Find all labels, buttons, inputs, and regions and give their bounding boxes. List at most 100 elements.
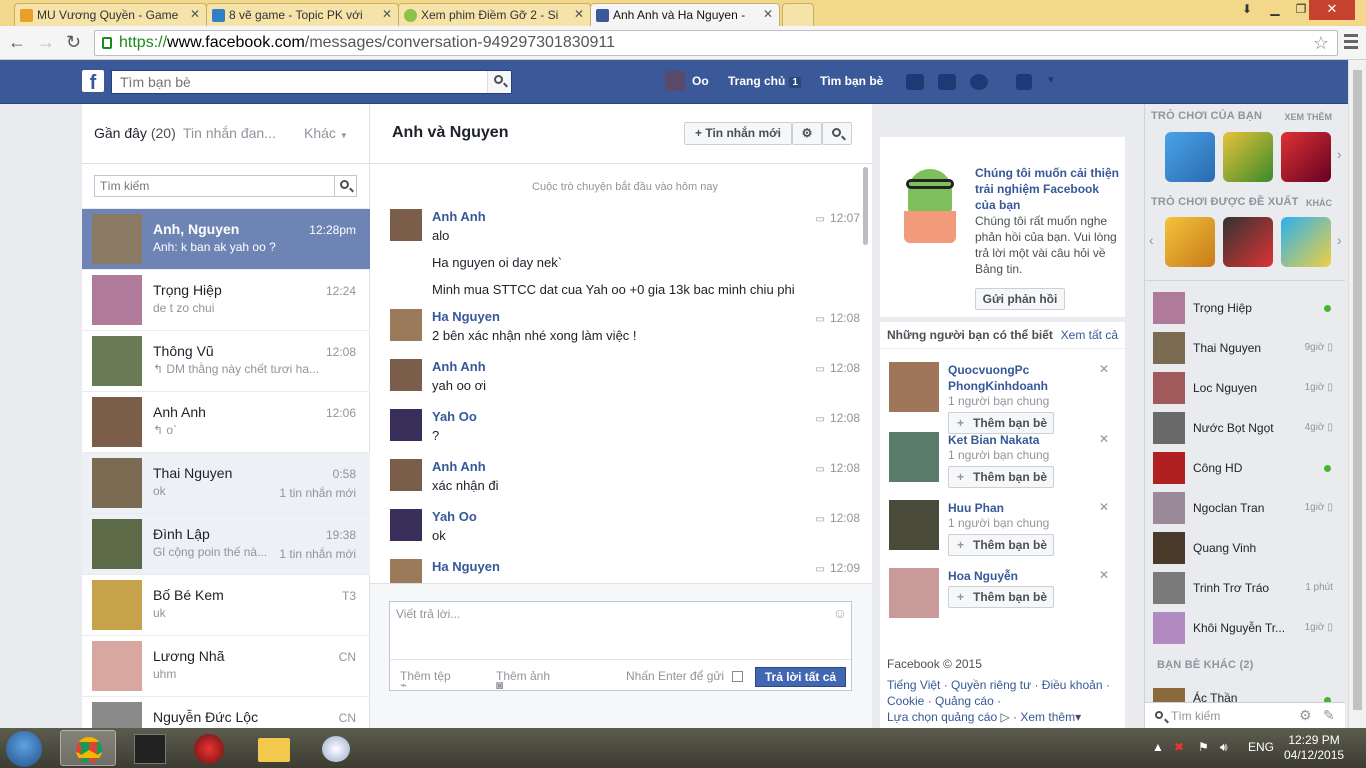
tray-chevron-icon[interactable]: ▲	[1152, 740, 1164, 754]
settings-gear-button[interactable]: ⚙	[792, 122, 822, 145]
game-tile-dragon[interactable]	[1281, 217, 1331, 267]
chat-friend[interactable]: Ác Thần	[1145, 682, 1345, 702]
profile-link[interactable]: Oo	[692, 74, 709, 88]
friend-requests-icon[interactable]	[906, 74, 924, 90]
emoji-icon[interactable]: ☺	[833, 605, 847, 621]
mutual-friends[interactable]: 1 người bạn chung	[948, 516, 1049, 530]
taskbar-game2[interactable]	[182, 730, 238, 766]
footer-link[interactable]: Quảng cáo	[935, 694, 994, 708]
games-next-chevron-icon[interactable]: ›	[1337, 146, 1342, 162]
avatar[interactable]	[390, 209, 422, 241]
browser-tab-movie[interactable]: Xem phim Điềm Gỡ 2 - Si ✕	[398, 3, 591, 26]
chat-settings-gear-icon[interactable]: ⚙	[1299, 707, 1312, 724]
sender-name[interactable]: Yah Oo	[432, 409, 477, 424]
game-tile-fv2[interactable]	[1165, 132, 1215, 182]
fb-search-button[interactable]	[487, 71, 511, 93]
scrollbar-thumb[interactable]	[1353, 70, 1362, 710]
mutual-friends[interactable]: 1 người bạn chung	[948, 448, 1049, 462]
messages-icon[interactable]	[938, 74, 956, 90]
mutual-friends[interactable]: 1 người bạn chung	[948, 394, 1049, 408]
suggested-prev-chevron-icon[interactable]: ‹	[1149, 232, 1154, 248]
taskbar-explorer[interactable]	[246, 730, 302, 766]
footer-link[interactable]: Quyền riêng tư	[951, 678, 1031, 692]
minimize-icon[interactable]: ▁	[1262, 0, 1288, 20]
avatar[interactable]	[889, 568, 939, 618]
new-group-compose-icon[interactable]: ✎	[1323, 707, 1335, 724]
chat-friend[interactable]: Ngoclan Tran 1giờ ▯	[1145, 488, 1345, 528]
dismiss-icon[interactable]: ✕	[1099, 362, 1109, 376]
action-center-icon[interactable]: ⚑	[1198, 740, 1209, 754]
browser-menu-icon[interactable]	[1344, 34, 1358, 52]
sender-name[interactable]: Anh Anh	[432, 459, 486, 474]
avatar[interactable]	[889, 432, 939, 482]
close-tab-icon[interactable]: ✕	[574, 7, 584, 21]
url-field[interactable]: https://www.facebook.com/messages/conver…	[94, 30, 1338, 56]
games-see-more[interactable]: XEM THÊM	[1284, 112, 1332, 122]
taskbar-mu-game[interactable]	[122, 730, 178, 766]
feedback-title[interactable]: Chúng tôi muốn cải thiện trải nghiệm Fac…	[975, 165, 1120, 213]
network-icon[interactable]: ✖	[1174, 740, 1184, 754]
conversation-item[interactable]: Lương Nhã uhm CN	[82, 635, 370, 696]
taskbar-paint[interactable]	[308, 730, 364, 766]
close-tab-icon[interactable]: ✕	[382, 7, 392, 21]
facebook-logo[interactable]: f	[82, 70, 104, 94]
chat-friend[interactable]: Khôi Nguyễn Tr... 1giờ ▯	[1145, 608, 1345, 648]
person-name[interactable]: QuocvuongPc PhongKinhdoanh	[948, 362, 1058, 394]
dismiss-icon[interactable]: ✕	[1099, 500, 1109, 514]
person-name[interactable]: Ket Bian Nakata	[948, 432, 1098, 448]
sender-name[interactable]: Ha Nguyen	[432, 559, 500, 574]
footer-link[interactable]: Cookie	[887, 694, 924, 708]
reload-icon[interactable]: ↻	[66, 32, 81, 53]
windows-start-button[interactable]	[6, 731, 42, 767]
sender-name[interactable]: Anh Anh	[432, 209, 486, 224]
chat-friend[interactable]: Công HD	[1145, 448, 1345, 488]
game-tile-tomjerry[interactable]	[1165, 217, 1215, 267]
new-message-button[interactable]: + Tin nhắn mới	[684, 122, 792, 145]
reply-all-button[interactable]: Trả lời tất cả	[755, 667, 846, 687]
bookmark-star-icon[interactable]: ☆	[1313, 31, 1329, 55]
find-friends-link[interactable]: Tìm bạn bè	[820, 74, 883, 88]
home-link[interactable]: Trang chủ 1	[728, 74, 801, 88]
conversation-item[interactable]: Thông Vũ ↰ DM thằng này chết tươi ha... 12…	[82, 330, 370, 391]
conversation-item[interactable]: Đình Lập Gl cộng poin thế nà... 19:38 1 tin…	[82, 513, 370, 574]
user-icon[interactable]: ⬇	[1234, 0, 1260, 20]
avatar[interactable]	[889, 362, 939, 412]
pymk-see-all-link[interactable]: Xem tất cả	[1061, 328, 1118, 342]
game-tile-fv[interactable]	[1223, 132, 1273, 182]
sender-name[interactable]: Yah Oo	[432, 509, 477, 524]
game-tile-pirate[interactable]	[1281, 132, 1331, 182]
sender-name[interactable]: Ha Nguyen	[432, 309, 500, 324]
suggested-games-more[interactable]: KHÁC	[1306, 198, 1332, 208]
footer-link[interactable]: Tiếng Việt	[887, 678, 940, 692]
reply-input[interactable]: Viết trả lời...	[396, 607, 460, 621]
chat-friend[interactable]: Trọng Hiệp	[1145, 288, 1345, 328]
footer-link[interactable]: Xem thêm	[1020, 710, 1075, 724]
send-feedback-button[interactable]: Gửi phản hồi	[975, 288, 1065, 310]
more-dropdown[interactable]: Khác ▼	[304, 125, 348, 141]
add-friend-button[interactable]: + Thêm bạn bè	[948, 586, 1054, 608]
conversation-item[interactable]: Thai Nguyen ok 0:58 1 tin nhắn mới	[82, 452, 370, 513]
avatar[interactable]	[390, 359, 422, 391]
sender-name[interactable]: Anh Anh	[432, 359, 486, 374]
chat-friend[interactable]: Thai Nguyen 9giờ ▯	[1145, 328, 1345, 368]
game-tile-monster[interactable]	[1223, 217, 1273, 267]
browser-tab-mu[interactable]: MU Vương Quyền - Game ✕	[14, 3, 207, 26]
conversation-item[interactable]: Trọng Hiệp de t zo chui 12:24	[82, 269, 370, 330]
avatar[interactable]	[390, 409, 422, 441]
chat-friend[interactable]: Quang Vinh	[1145, 528, 1345, 568]
footer-link[interactable]: Điều khoản	[1042, 678, 1103, 692]
person-name[interactable]: Huu Phan	[948, 500, 1098, 516]
conversation-item[interactable]: Bố Bé Kem uk T3	[82, 574, 370, 635]
conversation-search-input[interactable]	[95, 176, 335, 196]
taskbar-chrome[interactable]	[60, 730, 116, 766]
close-tab-icon[interactable]: ✕	[763, 7, 773, 21]
avatar[interactable]	[390, 559, 422, 583]
conversation-item[interactable]: Anh Anh ↰ o` 12:06	[82, 391, 370, 452]
page-scrollbar[interactable]	[1348, 60, 1366, 728]
suggested-next-chevron-icon[interactable]: ›	[1337, 232, 1342, 248]
chat-friend[interactable]: Nước Bọt Ngọt 4giờ ▯	[1145, 408, 1345, 448]
dismiss-icon[interactable]: ✕	[1099, 568, 1109, 582]
close-tab-icon[interactable]: ✕	[190, 7, 200, 21]
add-file-button[interactable]: ⌁ Thêm tệp	[400, 669, 451, 692]
notifications-globe-icon[interactable]	[970, 74, 988, 90]
